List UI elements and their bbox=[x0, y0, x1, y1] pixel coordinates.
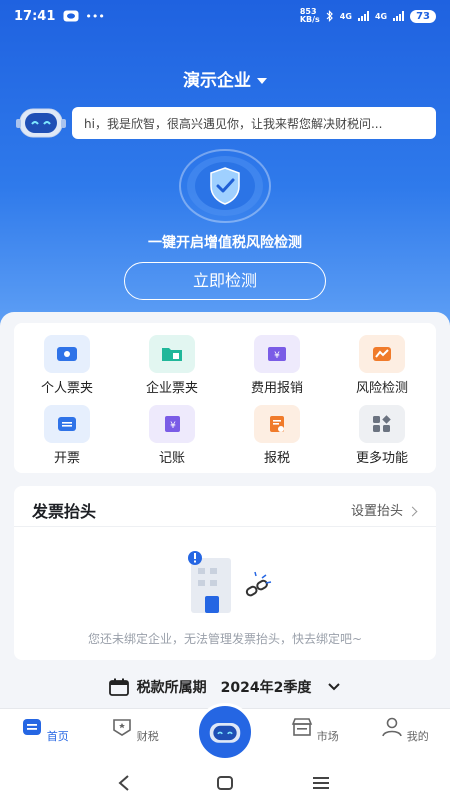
tax-period-value: 2024年2季度 bbox=[220, 680, 312, 696]
feature-more[interactable]: 更多功能 bbox=[332, 405, 432, 466]
net-speed-unit: KB/s bbox=[299, 15, 320, 24]
caret-down-icon bbox=[257, 78, 267, 84]
finance-icon bbox=[113, 719, 132, 736]
invoice-icon bbox=[44, 405, 90, 443]
tax-period-selector[interactable]: 税款所属期 2024年2季度 bbox=[0, 674, 450, 700]
tab-label: 我的 bbox=[406, 730, 429, 743]
network-type-1: 4G bbox=[339, 11, 352, 21]
feature-issue-invoice[interactable]: 开票 bbox=[17, 405, 117, 466]
feature-personal-invoices[interactable]: 个人票夹 bbox=[17, 335, 117, 396]
invoice-header-title: 发票抬头 bbox=[32, 502, 97, 521]
tax-form-icon bbox=[254, 405, 300, 443]
robot-assistant-icon[interactable] bbox=[16, 105, 66, 141]
tab-label: 首页 bbox=[46, 730, 69, 743]
feature-label: 报税 bbox=[263, 451, 290, 466]
store-icon bbox=[292, 718, 313, 736]
svg-text:¥: ¥ bbox=[274, 351, 280, 361]
company-name: 演示企业 bbox=[183, 71, 251, 91]
feature-label: 记账 bbox=[158, 451, 185, 466]
divider bbox=[14, 526, 436, 527]
feature-label: 开票 bbox=[53, 451, 80, 466]
tab-profile[interactable]: 我的 bbox=[370, 717, 440, 744]
more-grid-icon bbox=[359, 405, 405, 443]
svg-text:¥: ¥ bbox=[170, 421, 176, 431]
user-icon bbox=[382, 717, 403, 737]
wallet-icon bbox=[44, 335, 90, 373]
feature-tax-filing[interactable]: 报税 bbox=[227, 405, 327, 466]
signal-icon-2 bbox=[393, 11, 405, 21]
set-header-link[interactable]: 设置抬头 bbox=[350, 500, 418, 519]
expense-icon: ¥ bbox=[254, 335, 300, 373]
tab-label: 财税 bbox=[136, 730, 159, 743]
battery-indicator: 73 bbox=[410, 9, 436, 23]
status-time: 17:41 bbox=[14, 8, 56, 24]
feature-company-invoices[interactable]: 企业票夹 bbox=[122, 335, 222, 396]
feature-bookkeeping[interactable]: ¥ 记账 bbox=[122, 405, 222, 466]
more-dots-icon: ••• bbox=[85, 9, 105, 23]
tab-market[interactable]: 市场 bbox=[280, 717, 350, 744]
set-header-label: 设置抬头 bbox=[350, 504, 403, 519]
invoice-header-card: 发票抬头 设置抬头 您还未绑定企业，无法管理发票抬头，快去绑定吧~ bbox=[14, 486, 436, 660]
feature-grid: 个人票夹 企业票夹 ¥ 费用报销 风险检测 开票 ¥ 记账 报税 更多功能 bbox=[14, 323, 436, 473]
trend-icon bbox=[359, 335, 405, 373]
feature-risk-detection[interactable]: 风险检测 bbox=[332, 335, 432, 396]
calendar-icon bbox=[108, 678, 129, 696]
detect-now-button[interactable]: 立即检测 bbox=[124, 262, 326, 300]
tax-period-label: 税款所属期 bbox=[136, 680, 207, 696]
feature-label: 风险检测 bbox=[355, 381, 408, 396]
status-bar: 17:41 ••• 853 KB/s 4G 4G 73 bbox=[0, 0, 450, 32]
tab-label: 市场 bbox=[316, 730, 339, 743]
folder-icon bbox=[149, 335, 195, 373]
tab-finance-tax[interactable]: 财税 bbox=[100, 717, 170, 744]
risk-detect-title: 一键开启增值税风险检测 bbox=[148, 235, 302, 251]
feature-label: 更多功能 bbox=[355, 451, 408, 466]
network-type-2: 4G bbox=[374, 11, 388, 21]
ledger-icon: ¥ bbox=[149, 405, 195, 443]
shield-check-icon bbox=[179, 149, 271, 223]
feature-label: 费用报销 bbox=[250, 381, 303, 396]
feature-label: 个人票夹 bbox=[40, 381, 93, 396]
chevron-down-icon bbox=[328, 683, 341, 691]
empty-building-illustration bbox=[188, 551, 272, 613]
menu-nav-icon[interactable] bbox=[306, 772, 336, 794]
center-robot-button[interactable] bbox=[196, 703, 254, 761]
feature-expense-reimbursement[interactable]: ¥ 费用报销 bbox=[227, 335, 327, 396]
assistant-chat-bubble[interactable]: hi，我是欣智，很高兴遇见你，让我来帮您解决财税问... bbox=[72, 107, 436, 139]
invoice-empty-text: 您还未绑定企业，无法管理发票抬头，快去绑定吧~ bbox=[87, 632, 363, 646]
signal-icon-1 bbox=[357, 11, 369, 21]
chevron-right-icon bbox=[407, 506, 418, 517]
system-nav-bar bbox=[0, 766, 450, 800]
bluetooth-icon bbox=[326, 10, 333, 22]
home-nav-icon[interactable] bbox=[210, 772, 240, 794]
home-icon bbox=[23, 719, 42, 735]
back-nav-icon[interactable] bbox=[110, 772, 140, 794]
notification-app-icon bbox=[63, 10, 79, 22]
tab-home[interactable]: 首页 bbox=[10, 717, 80, 744]
company-selector[interactable]: 演示企业 bbox=[0, 66, 450, 91]
feature-label: 企业票夹 bbox=[145, 381, 198, 396]
